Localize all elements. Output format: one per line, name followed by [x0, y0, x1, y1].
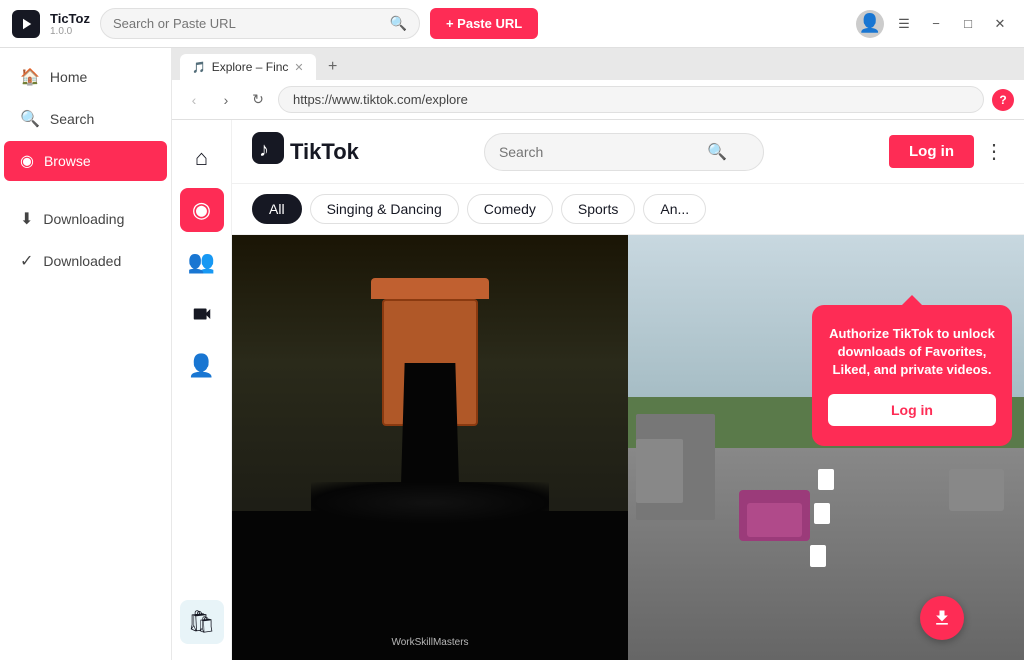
- close-tab-button[interactable]: ✕: [294, 61, 303, 74]
- tiktok-login-button[interactable]: Log in: [889, 135, 974, 168]
- tiktok-logo: ♪ TikTok: [252, 132, 359, 171]
- sidebar-label-search: Search: [50, 111, 94, 127]
- tab-title: Explore – Finc: [212, 60, 289, 74]
- category-anime[interactable]: An...: [643, 194, 706, 224]
- sidebar-label-browse: Browse: [44, 153, 91, 169]
- search-icon: 🔍: [390, 15, 407, 32]
- sidebar-item-browse[interactable]: ◉ Browse: [4, 141, 167, 181]
- auth-popup: Authorize TikTok to unlock downloads of …: [812, 305, 1012, 446]
- tiktok-nav-shop[interactable]: 🛍: [180, 600, 224, 644]
- minimize-button[interactable]: −: [924, 12, 948, 36]
- tiktok-search-icon: 🔍: [707, 142, 727, 162]
- sidebar-item-home[interactable]: 🏠 Home: [4, 57, 167, 97]
- sidebar-item-downloaded[interactable]: ✓ Downloaded: [4, 241, 167, 281]
- svg-text:♪: ♪: [259, 139, 269, 161]
- title-bar: TicToz 1.0.0 🔍 + Paste URL 👤 ☰ − □ ✕: [0, 0, 1024, 48]
- video-watermark-1: WorkSkillMasters: [391, 637, 468, 648]
- tiktok-nav-profile[interactable]: 👤: [180, 344, 224, 388]
- search-nav-icon: 🔍: [20, 109, 40, 129]
- popup-text: Authorize TikTok to unlock downloads of …: [828, 325, 996, 380]
- new-tab-button[interactable]: +: [320, 54, 346, 80]
- tiktok-header: ♪ TikTok 🔍 Log in ⋮: [232, 120, 1024, 184]
- help-button[interactable]: ?: [992, 89, 1014, 111]
- refresh-button[interactable]: ↻: [246, 88, 270, 112]
- category-bar: All Singing & Dancing Comedy Sports An..…: [232, 184, 1024, 235]
- app-version: 1.0.0: [50, 26, 90, 37]
- close-button[interactable]: ✕: [988, 12, 1012, 36]
- forward-button[interactable]: ›: [214, 88, 238, 112]
- avatar: 👤: [856, 10, 884, 38]
- title-search-input[interactable]: [113, 16, 384, 31]
- tiktok-nav-following[interactable]: 👥: [180, 240, 224, 284]
- tiktok-nav-home[interactable]: ⌂: [180, 136, 224, 180]
- browse-icon: ◉: [20, 151, 34, 171]
- back-button[interactable]: ‹: [182, 88, 206, 112]
- downloading-icon: ⬇: [20, 209, 33, 229]
- paste-url-button[interactable]: + Paste URL: [430, 8, 538, 39]
- category-all[interactable]: All: [252, 194, 302, 224]
- tab-bar: 🎵 Explore – Finc ✕ +: [172, 48, 1024, 80]
- download-fab-button[interactable]: [920, 596, 964, 640]
- tab-favicon: 🎵: [192, 61, 206, 74]
- sidebar-item-search[interactable]: 🔍 Search: [4, 99, 167, 139]
- browser-tab[interactable]: 🎵 Explore – Finc ✕: [180, 54, 316, 80]
- sidebar: 🏠 Home 🔍 Search ◉ Browse ⬇ Downloading ✓…: [0, 48, 172, 660]
- sidebar-label-downloaded: Downloaded: [43, 253, 121, 269]
- popup-arrow: [902, 295, 922, 305]
- menu-button[interactable]: ☰: [892, 12, 916, 36]
- video-thumbnail-1[interactable]: WorkSkillMasters: [232, 235, 628, 660]
- tiktok-more-button[interactable]: ⋮: [984, 139, 1004, 164]
- tiktok-sidebar: ⌂ ◉ 👥 👤 🛍: [172, 120, 232, 660]
- address-bar: ‹ › ↻ https://www.tiktok.com/explore ?: [172, 80, 1024, 120]
- category-comedy[interactable]: Comedy: [467, 194, 553, 224]
- tiktok-nav-explore[interactable]: ◉: [180, 188, 224, 232]
- home-icon: 🏠: [20, 67, 40, 87]
- tiktok-logo-icon: ♪: [252, 132, 284, 171]
- tiktok-search-input[interactable]: [499, 144, 699, 160]
- tiktok-content: ⌂ ◉ 👥 👤 🛍 ♪: [172, 120, 1024, 660]
- tiktok-nav-live[interactable]: [180, 292, 224, 336]
- maximize-button[interactable]: □: [956, 12, 980, 36]
- category-sports[interactable]: Sports: [561, 194, 635, 224]
- tiktok-header-right: Log in ⋮: [889, 135, 1004, 168]
- title-bar-right: 👤 ☰ − □ ✕: [856, 10, 1012, 38]
- popup-login-button[interactable]: Log in: [828, 394, 996, 426]
- main-layout: 🏠 Home 🔍 Search ◉ Browse ⬇ Downloading ✓…: [0, 48, 1024, 660]
- app-logo: [12, 10, 40, 38]
- video-thumbnail-2[interactable]: [628, 235, 1024, 660]
- sidebar-item-downloading[interactable]: ⬇ Downloading: [4, 199, 167, 239]
- url-bar[interactable]: https://www.tiktok.com/explore: [278, 86, 984, 113]
- tiktok-search-bar[interactable]: 🔍: [484, 133, 764, 171]
- category-singing-dancing[interactable]: Singing & Dancing: [310, 194, 459, 224]
- downloaded-icon: ✓: [20, 251, 33, 271]
- tiktok-logo-text: TikTok: [290, 139, 359, 165]
- browser-area: 🎵 Explore – Finc ✕ + ‹ › ↻ https://www.t…: [172, 48, 1024, 660]
- sidebar-label-downloading: Downloading: [43, 211, 124, 227]
- app-title: TicToz: [50, 11, 90, 26]
- sidebar-label-home: Home: [50, 69, 87, 85]
- app-title-group: TicToz 1.0.0: [50, 11, 90, 37]
- title-search-bar[interactable]: 🔍: [100, 8, 420, 39]
